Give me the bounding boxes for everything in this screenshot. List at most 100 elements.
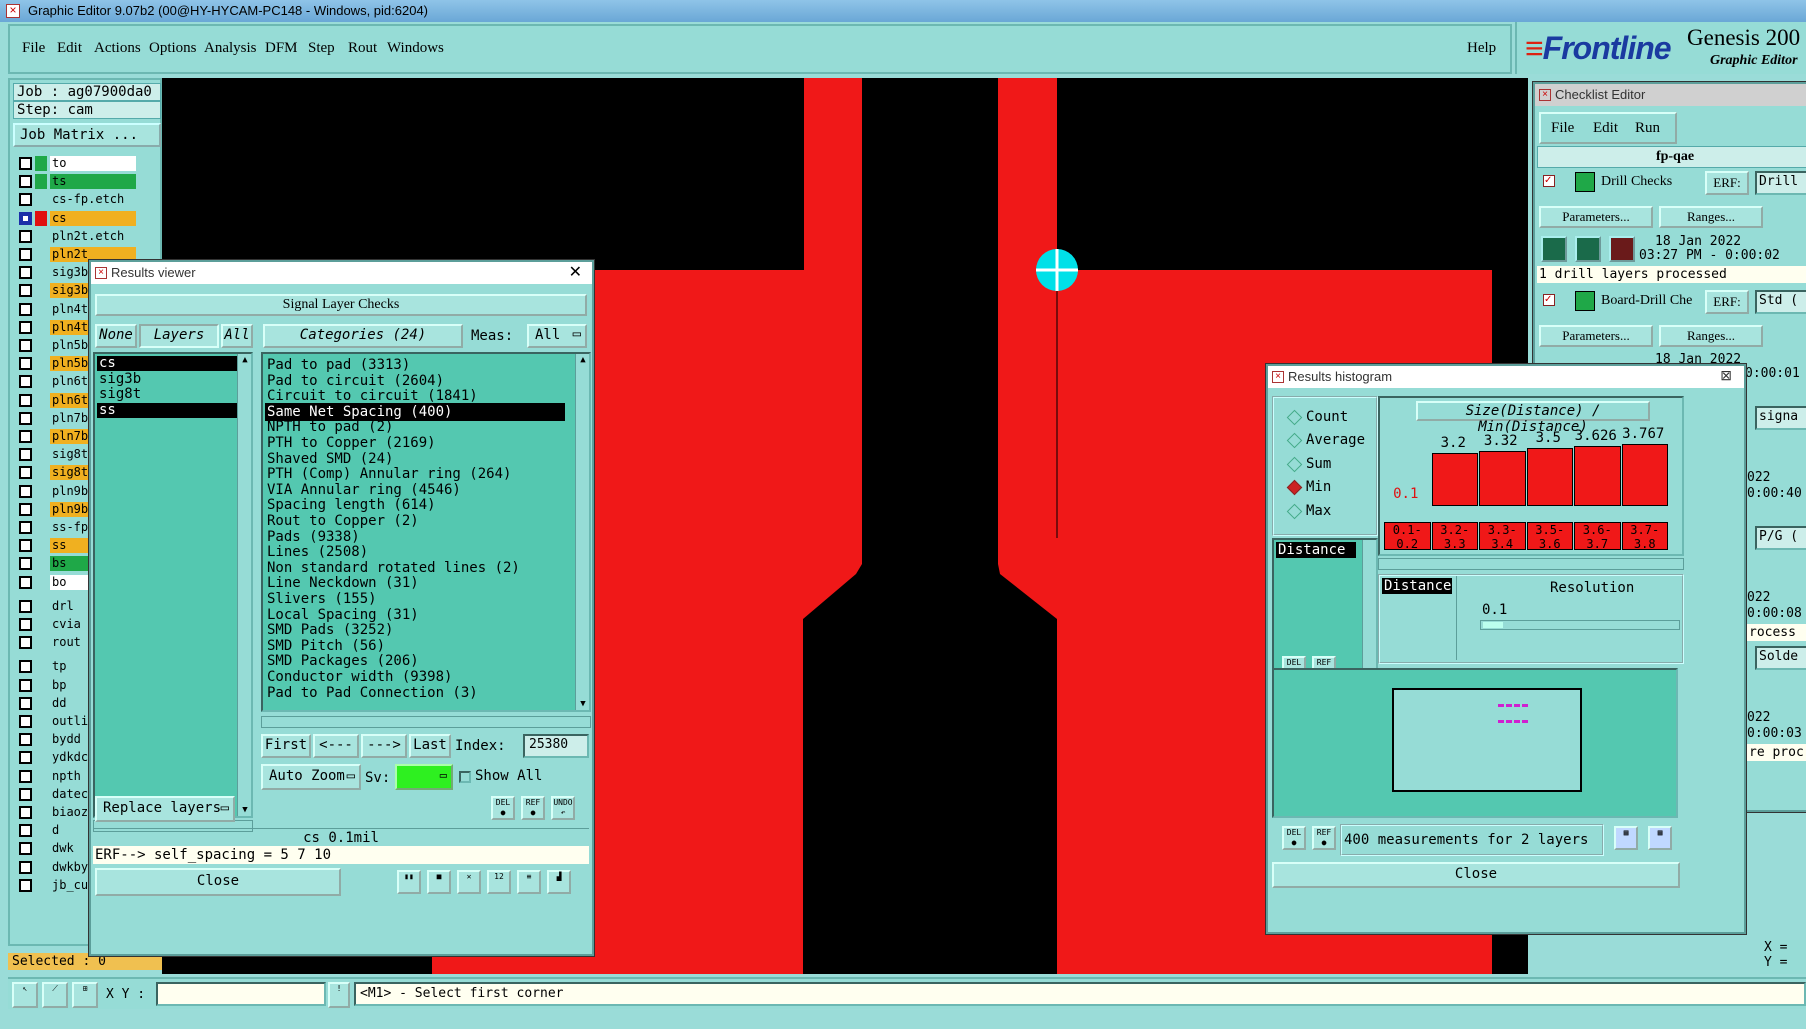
layer-name[interactable]: ts	[50, 174, 136, 190]
menu-analysis[interactable]: Analysis	[204, 40, 257, 57]
layer-checkbox[interactable]	[19, 618, 32, 631]
layer-row[interactable]: cs-fp.etch	[13, 192, 163, 208]
layer-display-indicator[interactable]	[35, 156, 47, 171]
layer-checkbox[interactable]	[19, 211, 32, 225]
snap-icon[interactable]: ⟋	[42, 982, 68, 1008]
layer-checkbox[interactable]	[19, 557, 32, 571]
close-button[interactable]: Close	[95, 868, 341, 896]
close-icon[interactable]: ✕	[569, 262, 582, 284]
layer-display-indicator[interactable]	[35, 556, 47, 572]
layer-display-indicator[interactable]	[35, 356, 47, 372]
prev-button[interactable]: <---	[313, 734, 359, 758]
mode-radio-max[interactable]: Max	[1286, 502, 1331, 520]
layer-display-indicator[interactable]	[35, 429, 47, 444]
checklist-menu-file[interactable]: File	[1551, 120, 1574, 137]
all-button[interactable]: All	[221, 324, 253, 348]
layer-display-indicator[interactable]	[35, 247, 47, 262]
layer-display-indicator[interactable]	[35, 617, 47, 632]
ranges-button[interactable]: Ranges...	[1659, 325, 1763, 347]
checklist-menu-run[interactable]: Run	[1635, 120, 1660, 137]
layer-checkbox[interactable]	[19, 678, 32, 692]
layer-row[interactable]: pln2t.etch	[13, 228, 163, 244]
delete-icon[interactable]: DEL●	[491, 796, 515, 820]
layer-row[interactable]: cs	[13, 210, 163, 226]
layer-checkbox[interactable]	[19, 860, 32, 874]
layer-checkbox[interactable]	[19, 842, 32, 856]
layer-display-indicator[interactable]	[35, 410, 47, 426]
histogram-bar[interactable]	[1526, 448, 1573, 506]
xy-input[interactable]	[156, 982, 326, 1006]
layer-checkbox[interactable]	[19, 806, 32, 819]
mode-radio-sum[interactable]: Sum	[1286, 455, 1331, 473]
number-icon[interactable]: 12	[487, 870, 511, 894]
histogram-bar[interactable]	[1621, 444, 1668, 506]
layer-checkbox[interactable]	[19, 284, 32, 298]
mode-radio-count[interactable]: Count	[1286, 408, 1348, 426]
layer-checkbox[interactable]	[19, 769, 32, 783]
notes-icon[interactable]: ≡	[517, 870, 541, 894]
layer-display-indicator[interactable]	[35, 823, 47, 839]
layer-checkbox[interactable]	[19, 375, 32, 389]
layer-checkbox[interactable]	[19, 484, 32, 498]
distance-item[interactable]: Distance	[1382, 578, 1452, 594]
layer-display-indicator[interactable]	[35, 392, 47, 408]
scroll-down-icon[interactable]: ▼	[577, 698, 589, 710]
mode-radio-average[interactable]: Average	[1286, 431, 1365, 449]
menu-help[interactable]: Help	[1467, 40, 1496, 57]
menu-dfm[interactable]: DFM	[265, 40, 298, 57]
layer-display-indicator[interactable]	[35, 465, 47, 481]
menu-windows[interactable]: Windows	[387, 40, 444, 57]
meas-dropdown[interactable]: All ▭	[527, 324, 587, 348]
layer-display-indicator[interactable]	[35, 750, 47, 766]
layer-row[interactable]: to	[13, 156, 163, 171]
erf-button[interactable]: ERF:	[1705, 171, 1749, 195]
layer-display-indicator[interactable]	[35, 483, 47, 499]
scroll-down-icon[interactable]: ▼	[239, 804, 251, 816]
last-button[interactable]: Last	[409, 734, 451, 758]
layer-display-indicator[interactable]	[35, 859, 47, 875]
first-button[interactable]: First	[261, 734, 311, 758]
histogram-bar[interactable]	[1479, 451, 1526, 506]
severity-dropdown[interactable]: ▭	[395, 764, 453, 790]
layer-display-indicator[interactable]	[35, 677, 47, 693]
checklist-menu-edit[interactable]: Edit	[1593, 120, 1618, 137]
layer-display-indicator[interactable]	[35, 265, 47, 281]
layer-checkbox[interactable]	[19, 393, 32, 407]
layer-checkbox[interactable]	[19, 302, 32, 316]
layer-display-indicator[interactable]	[35, 768, 47, 784]
stop-icon[interactable]	[1609, 236, 1635, 262]
delete-icon[interactable]: DEL●	[1282, 826, 1306, 850]
layer-checkbox[interactable]	[19, 448, 32, 462]
layer-display-indicator[interactable]	[35, 538, 47, 554]
histogram-bar[interactable]	[1431, 453, 1478, 506]
layer-checkbox[interactable]	[19, 320, 32, 334]
layer-checkbox[interactable]	[19, 715, 32, 728]
layer-checkbox[interactable]	[19, 824, 32, 838]
layer-checkbox[interactable]	[19, 466, 32, 480]
layer-checkbox[interactable]	[19, 229, 32, 243]
replace-layers-dropdown[interactable]: Replace layers ▭	[95, 796, 235, 822]
layer-checkbox[interactable]	[19, 878, 32, 892]
layer-checkbox[interactable]	[19, 636, 32, 650]
layer-name[interactable]: to	[50, 156, 136, 171]
category-hscroll[interactable]	[261, 716, 591, 728]
layer-checkbox[interactable]	[19, 339, 32, 352]
menu-options[interactable]: Options	[149, 40, 197, 57]
layer-checkbox[interactable]	[19, 575, 32, 589]
drill-checks-checkbox[interactable]: ✓	[1543, 175, 1555, 187]
layer-display-indicator[interactable]	[35, 283, 47, 299]
layer-checkbox[interactable]	[19, 660, 32, 674]
erf-value[interactable]: Drill	[1755, 171, 1806, 195]
app-icon[interactable]: ×	[6, 4, 20, 18]
layer-checkbox[interactable]	[19, 539, 32, 553]
erf-button[interactable]: ERF:	[1705, 290, 1749, 314]
layer-checkbox[interactable]	[19, 787, 32, 801]
layers-button[interactable]: Layers	[139, 324, 219, 348]
alert-icon[interactable]: !	[328, 982, 350, 1008]
menu-edit[interactable]: Edit	[57, 40, 82, 57]
report-icon[interactable]: ▮▮	[397, 870, 421, 894]
erf-value[interactable]: Solde	[1755, 646, 1806, 670]
result-layer-item[interactable]: cs	[97, 356, 237, 371]
layer-display-indicator[interactable]	[35, 659, 47, 675]
layer-display-indicator[interactable]	[35, 841, 47, 857]
